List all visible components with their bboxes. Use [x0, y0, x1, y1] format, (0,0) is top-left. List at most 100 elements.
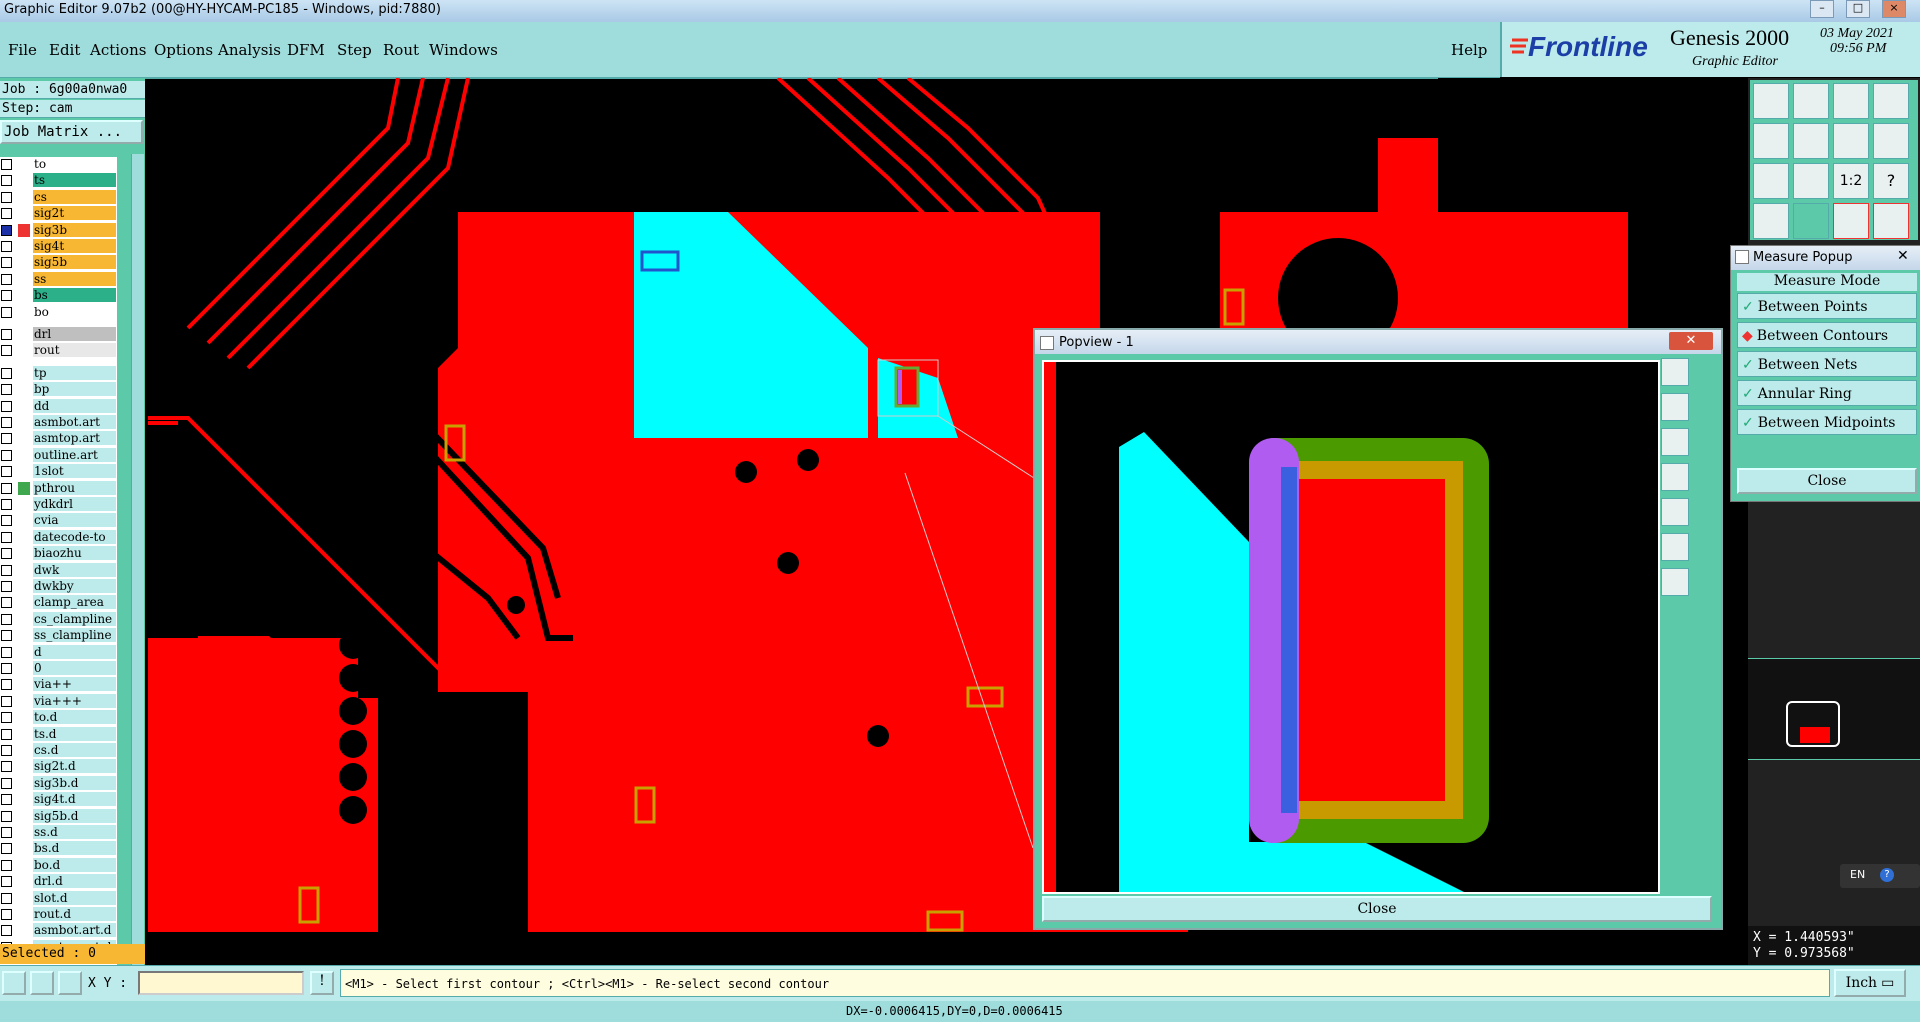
scale-1-2-icon[interactable]: 1:2: [1833, 163, 1869, 199]
measure-contour-icon[interactable]: [1873, 203, 1909, 239]
layer-checkbox[interactable]: [1, 564, 12, 576]
layer-row[interactable]: drl.d: [0, 874, 116, 889]
layer-checkbox[interactable]: [1, 859, 12, 871]
popview-close-button[interactable]: Close: [1042, 896, 1712, 922]
tool-icon-4[interactable]: [1873, 83, 1909, 119]
layer-row[interactable]: sig3b: [0, 222, 116, 238]
measure-close-button[interactable]: Close: [1737, 468, 1917, 494]
layer-row[interactable]: cs.d: [0, 743, 116, 758]
layer-checkbox[interactable]: [1, 794, 12, 806]
zoom-area-icon[interactable]: [1793, 163, 1829, 199]
popview-tool-4[interactable]: [1661, 463, 1689, 491]
layer-checkbox[interactable]: [1, 761, 12, 773]
layer-row[interactable]: 0: [0, 661, 116, 676]
layer-row[interactable]: sig4t: [0, 239, 116, 254]
maximize-button[interactable]: □: [1846, 0, 1870, 18]
layer-row[interactable]: ts: [0, 173, 116, 188]
popview-close-icon[interactable]: ✕: [1669, 332, 1713, 350]
layer-checkbox[interactable]: [1, 581, 12, 592]
popview-tool-3[interactable]: [1661, 428, 1689, 456]
layer-checkbox[interactable]: [1, 417, 12, 428]
layer-row[interactable]: sig3b.d: [0, 775, 116, 791]
layer-row[interactable]: to.d: [0, 710, 116, 725]
layer-checkbox[interactable]: [1, 159, 12, 170]
layer-row[interactable]: asmbot.art.d: [0, 923, 116, 938]
layer-row[interactable]: bs: [0, 288, 116, 303]
layer-checkbox[interactable]: [1, 329, 12, 340]
layer-checkbox[interactable]: [1, 466, 12, 478]
layer-checkbox[interactable]: [1, 273, 12, 285]
popview-tool-7[interactable]: [1661, 568, 1689, 596]
layer-checkbox[interactable]: [1, 433, 12, 445]
grid-icon[interactable]: [1793, 203, 1829, 239]
layer-row[interactable]: bs.d: [0, 841, 116, 856]
xy-input[interactable]: [138, 971, 304, 995]
layer-list-scrollbar[interactable]: [131, 154, 144, 1014]
menu-actions[interactable]: Actions: [90, 41, 146, 59]
zoom-fit-icon[interactable]: [1753, 163, 1789, 199]
help-icon[interactable]: ?: [1873, 163, 1909, 199]
pointer-icon[interactable]: [2, 971, 26, 995]
home-icon[interactable]: [1833, 83, 1869, 119]
layer-row[interactable]: outline.art: [0, 447, 116, 463]
layer-checkbox[interactable]: [1, 499, 12, 510]
layer-row[interactable]: biaozhu: [0, 546, 116, 561]
tool-icon-5[interactable]: [1753, 123, 1789, 159]
menu-help[interactable]: Help: [1451, 41, 1487, 59]
layer-row[interactable]: bo: [0, 304, 116, 320]
layer-checkbox[interactable]: [1, 515, 12, 527]
layer-row[interactable]: bp: [0, 382, 116, 397]
popview-tool-5[interactable]: [1661, 498, 1689, 526]
layer-row[interactable]: via+++: [0, 693, 116, 709]
menu-rout[interactable]: Rout: [383, 41, 419, 59]
layer-row[interactable]: ydkdrl: [0, 497, 116, 512]
layer-row[interactable]: ss.d: [0, 825, 116, 840]
layer-row[interactable]: rout.d: [0, 907, 116, 922]
layer-row[interactable]: sig5b.d: [0, 808, 116, 824]
tool-icon-1[interactable]: [1753, 83, 1789, 119]
menu-dfm[interactable]: DFM: [287, 41, 325, 59]
overview-map[interactable]: [1748, 658, 1920, 760]
layer-row[interactable]: asmbot.art: [0, 415, 116, 430]
mode-between-points[interactable]: ✓ Between Points: [1737, 293, 1917, 319]
layer-row[interactable]: sig2t.d: [0, 759, 116, 774]
popview-tool-6[interactable]: [1661, 533, 1689, 561]
layer-row[interactable]: dwk: [0, 562, 116, 578]
tool-icon-8[interactable]: [1873, 123, 1909, 159]
units-select[interactable]: Inch ▭: [1834, 969, 1906, 997]
layer-row[interactable]: asmtop.art: [0, 431, 116, 446]
tool-icon-2[interactable]: [1793, 83, 1829, 119]
layer-checkbox[interactable]: [1, 367, 12, 379]
layer-row[interactable]: datecode-to: [0, 529, 116, 545]
layer-checkbox[interactable]: [1, 728, 12, 740]
layer-row[interactable]: tp: [0, 365, 116, 381]
layer-row[interactable]: drl: [0, 327, 116, 342]
layer-checkbox[interactable]: [1, 257, 12, 269]
layer-checkbox[interactable]: [1, 745, 12, 756]
layer-checkbox[interactable]: [1, 630, 12, 642]
menu-edit[interactable]: Edit: [49, 41, 80, 59]
layer-row[interactable]: 1slot: [0, 464, 116, 479]
layer-row[interactable]: sig4t.d: [0, 792, 116, 807]
layer-checkbox[interactable]: [1, 548, 12, 560]
close-window-button[interactable]: ×: [1882, 0, 1906, 18]
layer-checkbox[interactable]: [1, 400, 12, 412]
layer-row[interactable]: ss: [0, 271, 116, 287]
mode-annular-ring[interactable]: ✓ Annular Ring: [1737, 380, 1917, 406]
popview-tool-2[interactable]: [1661, 393, 1689, 421]
layer-checkbox[interactable]: [1, 191, 12, 203]
layer-checkbox[interactable]: [1, 712, 12, 724]
layer-row[interactable]: pthrou: [0, 480, 116, 496]
minimize-button[interactable]: –: [1810, 0, 1834, 18]
layer-row[interactable]: to: [0, 157, 116, 172]
layer-row[interactable]: cvia: [0, 513, 116, 528]
layer-checkbox[interactable]: [1, 827, 12, 838]
menu-step[interactable]: Step: [337, 41, 372, 59]
layer-checkbox[interactable]: [1, 892, 12, 904]
layer-checkbox[interactable]: [1, 876, 12, 888]
language-indicator[interactable]: EN ?: [1840, 864, 1920, 888]
menu-options[interactable]: Options: [154, 41, 213, 59]
layer-checkbox[interactable]: [1, 290, 12, 302]
popview-tool-1[interactable]: [1661, 358, 1689, 386]
layer-row[interactable]: dd: [0, 398, 116, 414]
